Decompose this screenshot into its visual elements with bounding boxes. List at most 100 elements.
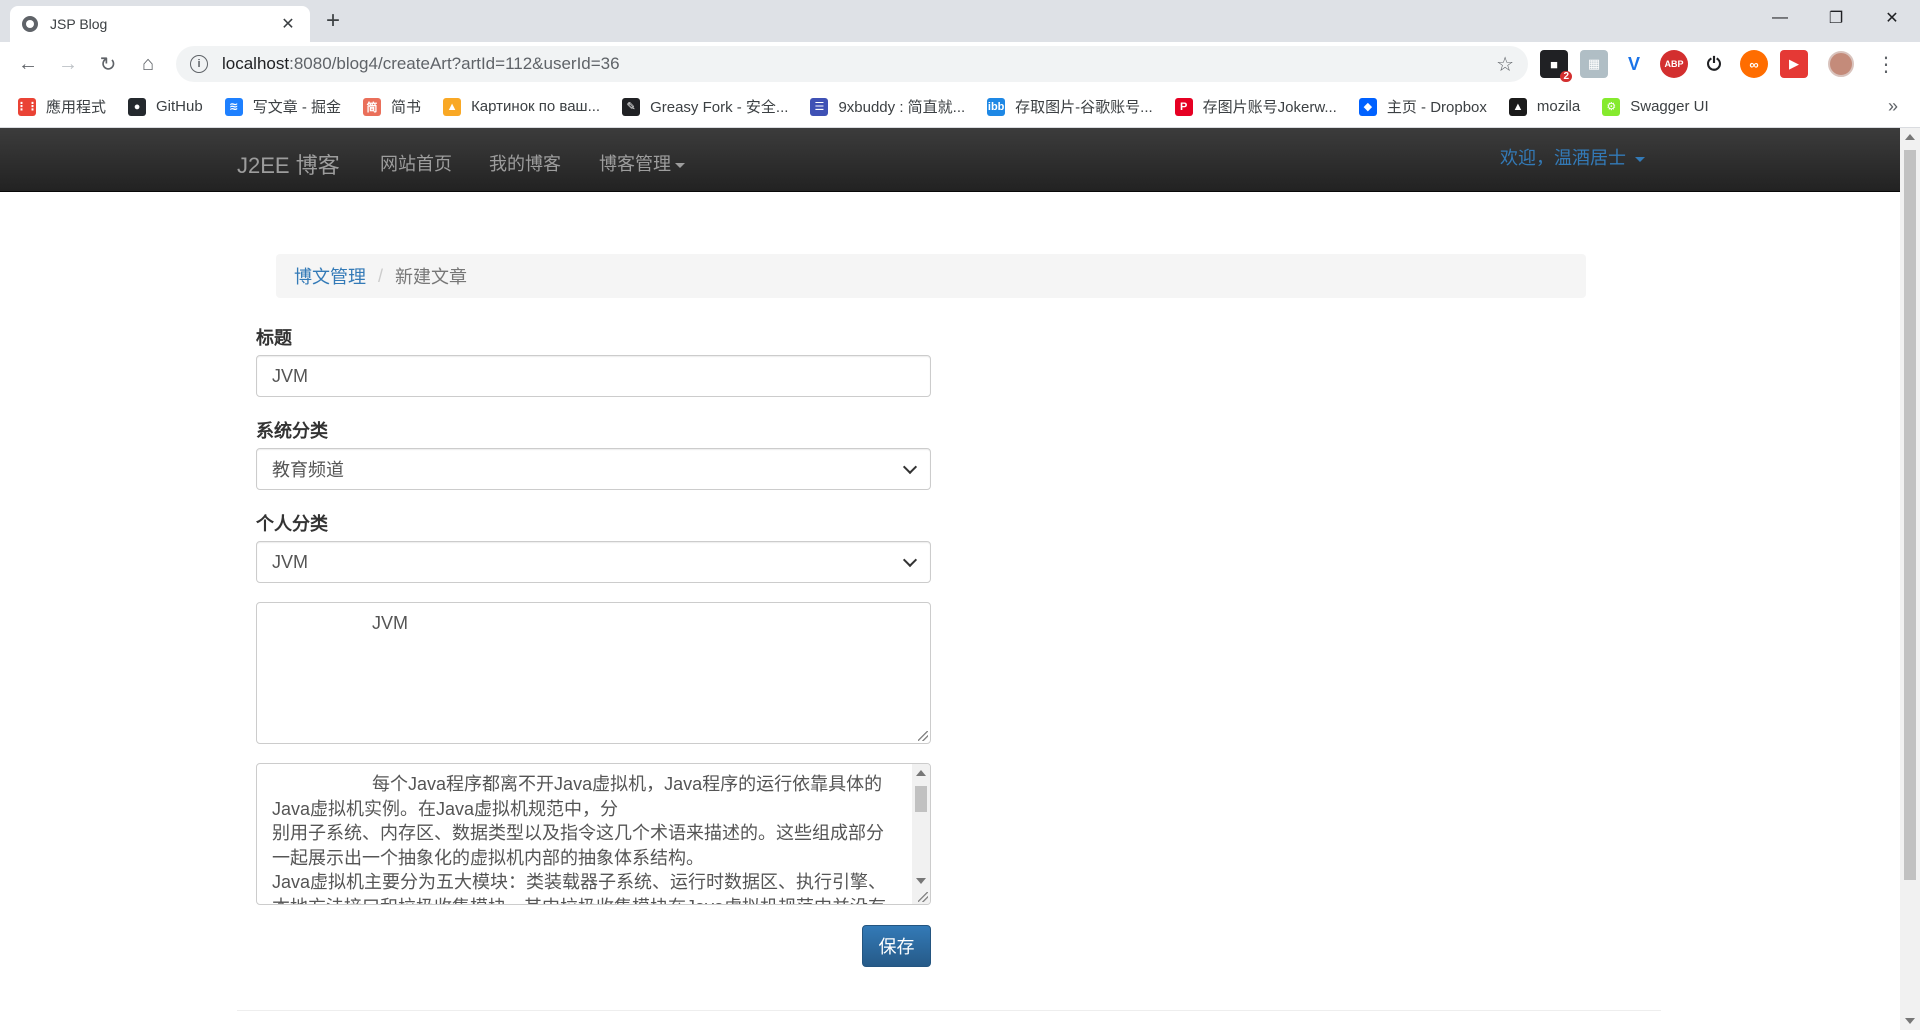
adblock-plus-icon[interactable]: ABP (1660, 50, 1688, 78)
site-info-icon[interactable]: i (190, 55, 208, 73)
scroll-up-arrow-icon[interactable] (1905, 134, 1915, 140)
save-button[interactable]: 保存 (862, 925, 931, 967)
page-scroll-thumb[interactable] (1904, 150, 1916, 880)
title-input-value: JVM (272, 365, 308, 386)
system-category-value: 教育频道 (272, 460, 344, 480)
content-textarea[interactable]: 每个Java程序都离不开Java虚拟机，Java程序的运行依靠具体的Java虚拟… (256, 763, 931, 905)
title-input[interactable]: JVM (256, 355, 931, 397)
personal-category-select[interactable]: JVM (256, 541, 931, 583)
browser-tab[interactable]: JSP Blog ✕ (10, 6, 310, 42)
profile-avatar[interactable] (1828, 51, 1854, 77)
tab-close-icon[interactable]: ✕ (278, 14, 298, 34)
bookmark-label: 存图片账号Jokerw... (1202, 99, 1337, 116)
extension-power-icon[interactable]: ⏻ (1700, 50, 1728, 78)
apps-grid-icon: ⋮⋮ (16, 97, 38, 116)
bookmark-star-icon[interactable]: ☆ (1496, 52, 1514, 77)
bookmark-label: Greasy Fork - 安全... (650, 99, 789, 116)
minimize-icon[interactable]: — (1752, 0, 1808, 36)
browser-menu-icon[interactable]: ⋮ (1876, 52, 1896, 77)
swagger-icon: ⚙ (1602, 97, 1621, 116)
dropbox-icon: ◆ (1358, 97, 1377, 116)
bookmark-label: 9xbuddy : 简直就... (838, 99, 966, 116)
scroll-down-arrow-icon[interactable] (916, 878, 926, 884)
summary-textarea-value: JVM (272, 613, 409, 633)
ibb-icon: ibb (987, 97, 1006, 116)
forward-icon[interactable]: → (48, 46, 88, 82)
bookmarks-overflow-icon[interactable]: » (1888, 96, 1898, 117)
bookmark-label: GitHub (156, 98, 203, 115)
bookmark-label: 主页 - Dropbox (1386, 99, 1487, 116)
bookmark-item[interactable]: ▲ Картинок по ваш... (443, 97, 601, 116)
bookmark-item[interactable]: ◆ 主页 - Dropbox (1358, 96, 1487, 117)
bookmark-item[interactable]: ▲ mozila (1508, 97, 1581, 116)
pinterest-icon: P (1174, 97, 1193, 116)
globe-icon (22, 16, 38, 32)
resize-handle-icon[interactable] (918, 731, 928, 741)
mdn-icon: ▲ (1508, 97, 1527, 116)
scroll-down-arrow-icon[interactable] (1905, 1018, 1915, 1024)
breadcrumb-current: 新建文章 (395, 267, 468, 287)
bookmark-item[interactable]: ✎ Greasy Fork - 安全... (622, 96, 788, 117)
bookmark-label: 简书 (391, 99, 422, 116)
jianshu-icon: 简 (363, 97, 382, 116)
bookmark-item[interactable]: P 存图片账号Jokerw... (1174, 96, 1337, 117)
page-scrollbar[interactable] (1900, 128, 1920, 1030)
bookmark-item[interactable]: ⚙ Swagger UI (1602, 97, 1709, 116)
breadcrumb-parent-link[interactable]: 博文管理 (294, 263, 366, 289)
bookmark-label: Картинок по ваш... (471, 98, 601, 115)
summary-textarea[interactable]: JVM (256, 602, 931, 744)
greasyfork-icon: ✎ (622, 97, 641, 116)
browser-toolbar: ← → ↻ ⌂ i localhost:8080/blog4/createArt… (0, 42, 1920, 86)
content-textarea-value: 每个Java程序都离不开Java虚拟机，Java程序的运行依靠具体的Java虚拟… (272, 774, 887, 904)
chevron-down-icon (902, 552, 918, 568)
bookmark-label: 写文章 - 掘金 (252, 99, 342, 116)
page-viewport: J2EE 博客 网站首页 我的博客 博客管理 欢迎，温酒居士 博文管理 / 新建… (0, 128, 1920, 1030)
address-bar[interactable]: i localhost:8080/blog4/createArt?artId=1… (176, 46, 1528, 82)
bookmark-label: 存取图片-谷歌账号... (1015, 99, 1153, 116)
bookmark-label: mozila (1536, 98, 1581, 115)
back-icon[interactable]: ← (8, 46, 48, 82)
bookmark-item[interactable]: ⋮⋮ 應用程式 (16, 96, 107, 117)
nav-link-my-blog[interactable]: 我的博客 (489, 150, 561, 176)
extension-notifier-icon[interactable]: ■ 2 (1540, 50, 1572, 82)
extension-badge: 2 (1560, 71, 1572, 82)
textarea-scroll-thumb[interactable] (915, 786, 927, 812)
personal-category-label: 个人分类 (256, 514, 328, 534)
system-category-label: 系统分类 (256, 421, 328, 441)
caret-down-icon (675, 162, 685, 168)
chevron-down-icon (902, 459, 918, 475)
bookmark-item[interactable]: ibb 存取图片-谷歌账号... (987, 96, 1153, 117)
caret-down-icon (1635, 156, 1646, 162)
window-close-icon[interactable]: ✕ (1864, 0, 1920, 36)
resize-handle-icon[interactable] (918, 892, 928, 902)
bookmark-item[interactable]: ☰ 9xbuddy : 简直就... (810, 96, 965, 117)
user-welcome-menu[interactable]: 欢迎，温酒居士 (1500, 144, 1646, 170)
extension-video-icon[interactable]: ▶ (1780, 50, 1808, 78)
bookmark-item[interactable]: ≋ 写文章 - 掘金 (224, 96, 342, 117)
bookmark-item[interactable]: ● GitHub (128, 97, 203, 116)
bookmark-label: 應用程式 (46, 99, 107, 116)
bookmark-label: Swagger UI (1630, 98, 1709, 115)
extension-image-icon[interactable]: ▦ (1580, 50, 1608, 78)
scroll-up-arrow-icon[interactable] (916, 770, 926, 776)
extension-infinity-icon[interactable]: ∞ (1740, 50, 1768, 78)
tab-title: JSP Blog (50, 16, 108, 32)
nav-link-blog-manage[interactable]: 博客管理 (599, 150, 685, 176)
extensions-area: ■ 2 ▦ V ABP ⏻ ∞ ▶ ⋮ (1540, 50, 1896, 82)
restore-icon[interactable]: ❐ (1808, 0, 1864, 36)
breadcrumb: 博文管理 / 新建文章 (276, 254, 1586, 298)
github-icon: ● (128, 97, 147, 116)
system-category-select[interactable]: 教育频道 (256, 448, 931, 490)
bookmark-item[interactable]: 简简书 (363, 96, 421, 117)
site-brand[interactable]: J2EE 博客 (237, 148, 340, 180)
nav-link-home[interactable]: 网站首页 (380, 150, 452, 176)
home-icon[interactable]: ⌂ (128, 46, 168, 82)
personal-category-value: JVM (272, 551, 308, 572)
footer-divider (237, 1010, 1661, 1011)
new-tab-button[interactable]: + (326, 8, 340, 34)
textarea-scrollbar[interactable] (912, 764, 930, 904)
extension-vimeo-icon[interactable]: V (1620, 50, 1648, 78)
url-host: localhost (222, 54, 290, 73)
nav-link-blog-manage-label: 博客管理 (599, 154, 671, 174)
reload-icon[interactable]: ↻ (88, 46, 128, 82)
